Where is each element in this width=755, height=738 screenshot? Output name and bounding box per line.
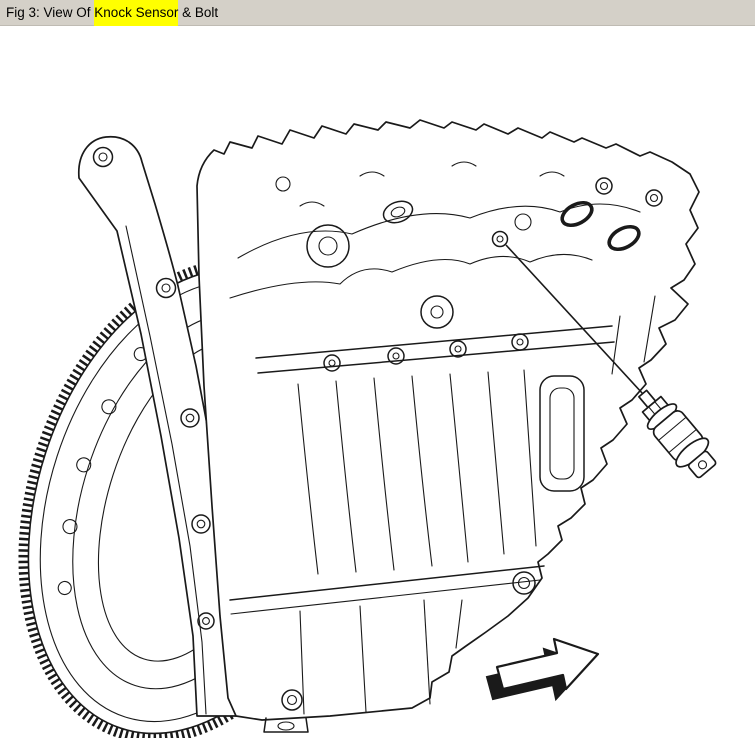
direction-arrow (487, 639, 598, 699)
caption-prefix: Fig 3: View Of (6, 0, 94, 26)
figure-caption-bar: Fig 3: View Of Knock Sensor & Bolt (0, 0, 755, 26)
figure-canvas (0, 26, 755, 738)
caption-suffix: & Bolt (178, 0, 218, 26)
page: { "header": { "title_prefix": "Fig 3: Vi… (0, 0, 755, 738)
knock-sensor (627, 381, 723, 484)
engine-diagram (0, 26, 755, 738)
caption-highlighted-term: Knock Sensor (94, 0, 178, 26)
engine-block (197, 120, 699, 732)
